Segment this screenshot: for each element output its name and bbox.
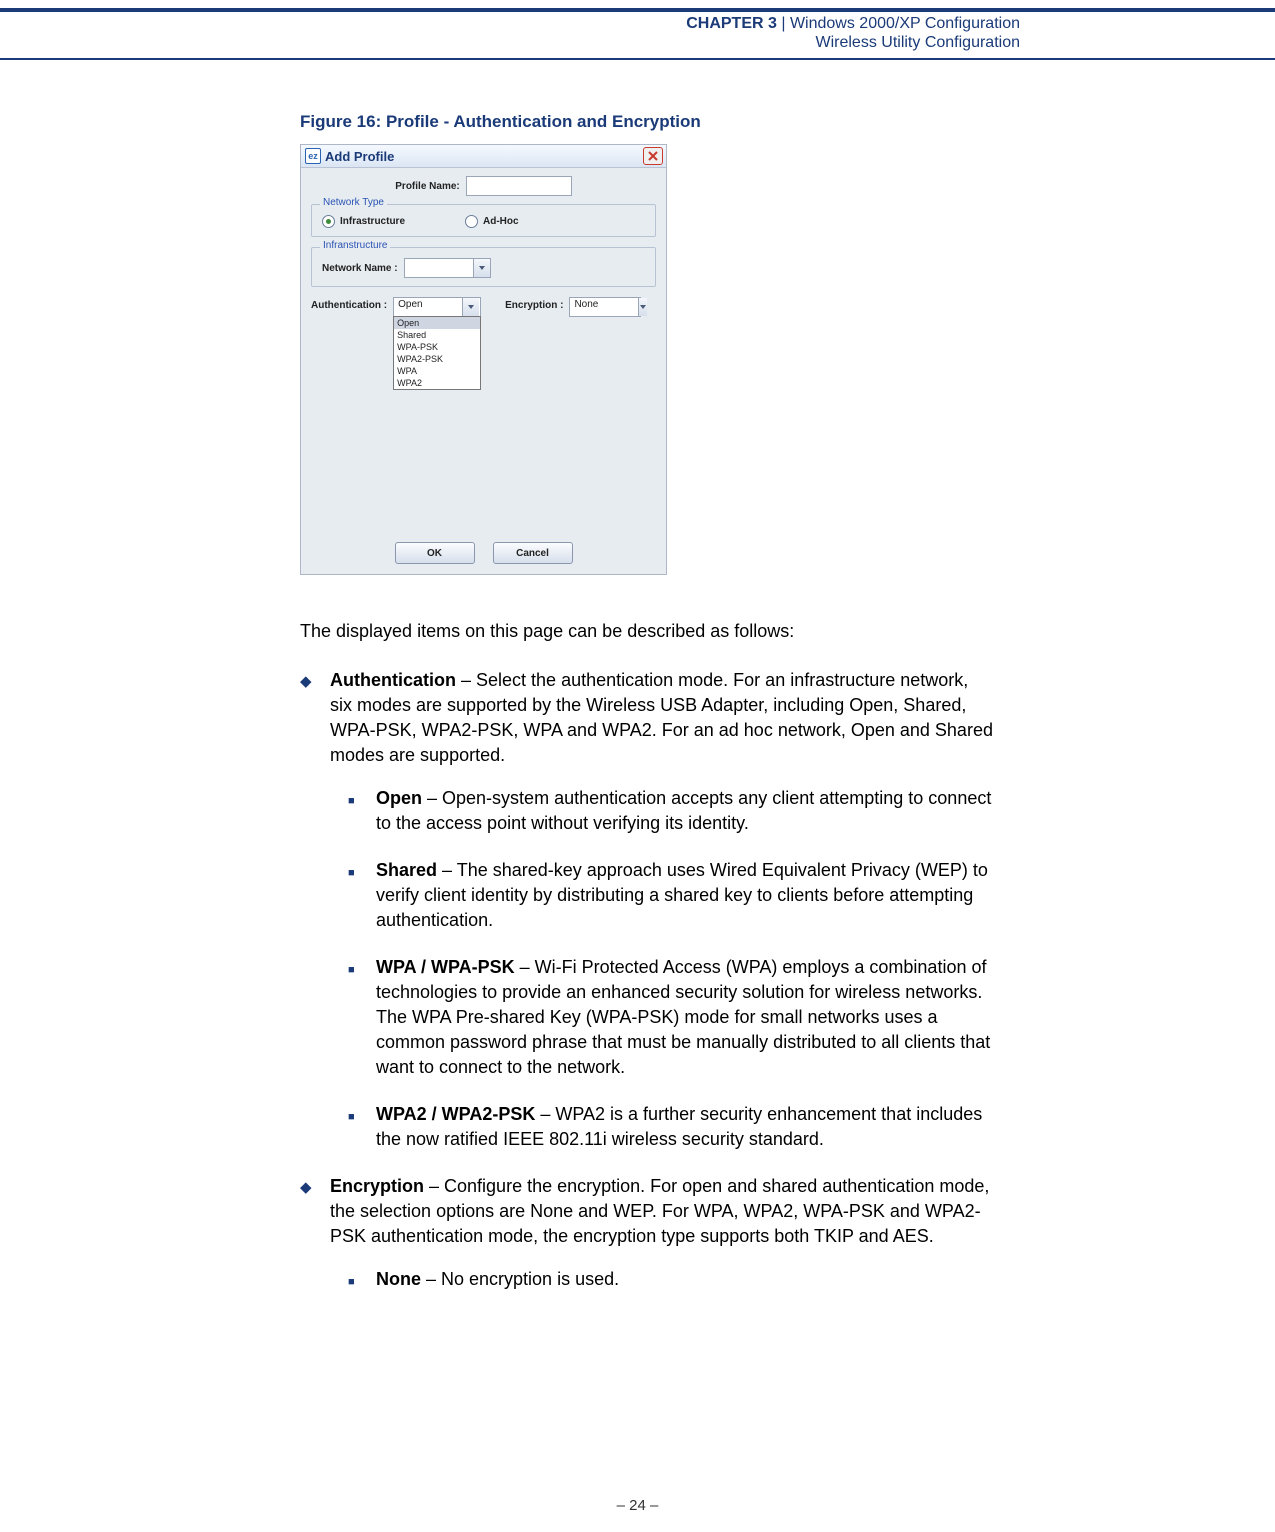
- list-item: Open – Open-system authentication accept…: [348, 786, 995, 836]
- close-icon: [648, 151, 658, 161]
- chevron-down-icon: [462, 298, 479, 316]
- infra-legend: Infranstructure: [320, 240, 390, 251]
- authentication-value: Open: [394, 298, 462, 316]
- term-text: – Configure the encryption. For open and…: [330, 1176, 989, 1246]
- add-profile-dialog: ez Add Profile Profile Name: Network Typ…: [300, 144, 667, 575]
- auth-option[interactable]: WPA: [394, 365, 480, 377]
- term-text: – No encryption is used.: [421, 1269, 619, 1289]
- term: Shared: [376, 860, 437, 880]
- header-sep: |: [777, 15, 790, 32]
- term: Authentication: [330, 670, 456, 690]
- chevron-down-icon: [473, 259, 490, 277]
- profile-name-label: Profile Name:: [395, 181, 459, 192]
- chapter-label: CHAPTER 3: [686, 15, 777, 32]
- dialog-title: Add Profile: [325, 149, 643, 164]
- network-type-group: Network Type Infrastructure Ad-Hoc: [311, 204, 656, 237]
- list-item: WPA / WPA-PSK – Wi-Fi Protected Access (…: [348, 955, 995, 1080]
- list-item: Encryption – Configure the encryption. F…: [300, 1174, 995, 1292]
- app-icon: ez: [305, 148, 321, 164]
- network-name-value: [405, 259, 473, 277]
- auth-option[interactable]: WPA2: [394, 377, 480, 389]
- radio-dot-icon: [322, 215, 335, 228]
- network-type-legend: Network Type: [320, 197, 387, 208]
- header-title-2: Wireless Utility Configuration: [0, 33, 1020, 52]
- chevron-down-icon: [638, 298, 647, 316]
- authentication-dropdown[interactable]: Open Shared WPA-PSK WPA2-PSK WPA WPA2: [393, 316, 481, 390]
- page-header: CHAPTER 3 | Windows 2000/XP Configuratio…: [0, 8, 1275, 60]
- radio-adhoc-label: Ad-Hoc: [483, 216, 519, 227]
- list-item: WPA2 / WPA2-PSK – WPA2 is a further secu…: [348, 1102, 995, 1152]
- term: Encryption: [330, 1176, 424, 1196]
- encryption-label: Encryption :: [505, 297, 563, 311]
- infrastructure-group: Infranstructure Network Name :: [311, 247, 656, 287]
- page-number: – 24 –: [0, 1497, 1275, 1514]
- auth-option[interactable]: Open: [394, 317, 480, 329]
- radio-infra-label: Infrastructure: [340, 216, 405, 227]
- encryption-combo[interactable]: None: [569, 297, 641, 317]
- list-item: None – No encryption is used.: [348, 1267, 995, 1292]
- figure-caption: Figure 16: Profile - Authentication and …: [300, 112, 995, 132]
- authentication-combo[interactable]: Open: [393, 297, 481, 317]
- term: WPA / WPA-PSK: [376, 957, 515, 977]
- close-button[interactable]: [643, 147, 663, 165]
- encryption-value: None: [570, 298, 638, 316]
- term: None: [376, 1269, 421, 1289]
- ok-button[interactable]: OK: [395, 542, 475, 564]
- radio-dot-icon: [465, 215, 478, 228]
- dialog-titlebar: ez Add Profile: [301, 145, 666, 168]
- auth-option[interactable]: Shared: [394, 329, 480, 341]
- auth-option[interactable]: WPA2-PSK: [394, 353, 480, 365]
- authentication-label: Authentication :: [311, 297, 387, 311]
- body-text: The displayed items on this page can be …: [300, 619, 995, 1292]
- header-title-1: Windows 2000/XP Configuration: [790, 15, 1020, 32]
- term-text: – Open-system authentication accepts any…: [376, 788, 991, 833]
- radio-adhoc[interactable]: Ad-Hoc: [465, 215, 519, 228]
- term: Open: [376, 788, 422, 808]
- list-item: Authentication – Select the authenticati…: [300, 668, 995, 1152]
- network-name-label: Network Name :: [322, 263, 398, 274]
- intro-text: The displayed items on this page can be …: [300, 619, 995, 644]
- network-name-combo[interactable]: [404, 258, 491, 278]
- cancel-button[interactable]: Cancel: [493, 542, 573, 564]
- radio-infrastructure[interactable]: Infrastructure: [322, 215, 405, 228]
- profile-name-input[interactable]: [466, 176, 572, 196]
- term: WPA2 / WPA2-PSK: [376, 1104, 535, 1124]
- list-item: Shared – The shared-key approach uses Wi…: [348, 858, 995, 933]
- term-text: – The shared-key approach uses Wired Equ…: [376, 860, 988, 930]
- auth-option[interactable]: WPA-PSK: [394, 341, 480, 353]
